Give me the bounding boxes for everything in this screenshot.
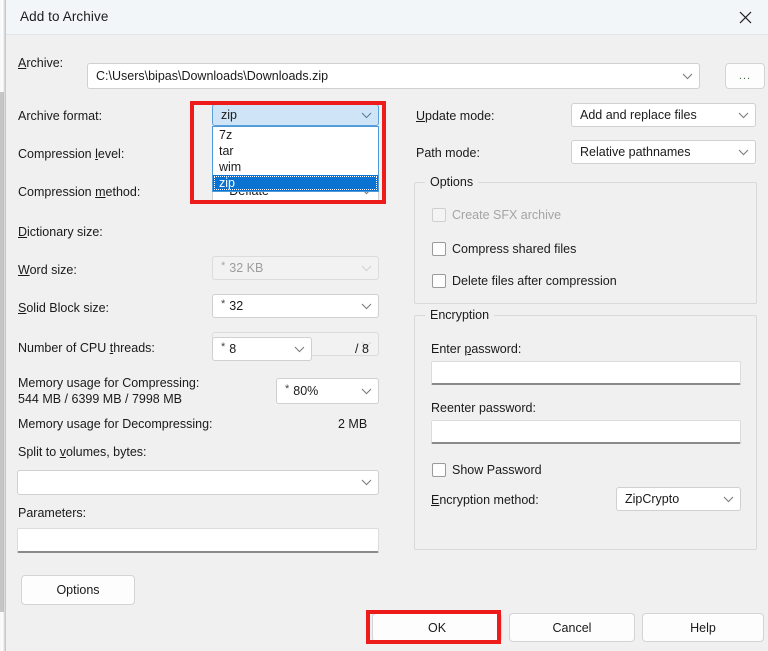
dialog-body: Archive: C:\Users\bipas\Downloads\Downlo… <box>6 35 768 651</box>
solid-block-size-label: Solid Block size: <box>18 301 109 315</box>
options-group-title: Options <box>425 175 478 189</box>
mem-decompress-label: Memory usage for Decompressing: <box>18 417 213 431</box>
encryption-group-title: Encryption <box>425 308 494 322</box>
path-mode-value: Relative pathnames <box>580 145 734 159</box>
mem-compress-label-text: Memory usage for Compressing: <box>18 376 199 390</box>
update-mode-label: Update mode: <box>416 109 495 123</box>
background-window-shadow <box>0 92 4 612</box>
chevron-down-icon <box>361 388 372 395</box>
dropdown-option-tar[interactable]: tar <box>213 143 378 159</box>
dictionary-size-label: Dictionary size: <box>18 225 103 239</box>
path-mode-label: Path mode: <box>416 146 480 160</box>
chevron-down-icon <box>682 73 693 80</box>
dictionary-size-value: 32 KB <box>229 261 357 275</box>
chevron-down-icon <box>361 265 372 272</box>
ok-button[interactable]: OK <box>372 613 502 642</box>
chevron-down-icon <box>361 303 372 310</box>
cpu-threads-combo[interactable]: * 8 <box>212 337 312 361</box>
chevron-down-icon <box>738 149 749 156</box>
window-title: Add to Archive <box>20 9 108 24</box>
memory-usage-combo[interactable]: * 80% <box>276 378 379 404</box>
encryption-method-combo[interactable]: ZipCrypto <box>616 487 741 511</box>
checkbox-delete-files-after-compression[interactable]: Delete files after compression <box>432 274 617 288</box>
add-to-archive-dialog: Add to Archive Archive: C:\Users\bipas\D… <box>0 0 768 651</box>
parameters-input[interactable] <box>17 528 379 553</box>
dropdown-option-7z[interactable]: 7z <box>213 127 378 143</box>
archive-format-dropdown-list[interactable]: 7z tar wim zip <box>212 126 379 192</box>
checkbox-icon <box>432 242 446 256</box>
word-size-label: Word size: <box>18 263 77 277</box>
chevron-down-icon <box>361 112 372 119</box>
archive-format-label: Archive format: <box>18 109 102 123</box>
dictionary-size-combo[interactable]: * 32 KB <box>212 256 379 280</box>
help-button[interactable]: Help <box>642 613 764 642</box>
inherited-marker: * <box>285 383 289 395</box>
memory-usage-value: 80% <box>293 384 357 398</box>
encryption-method-value: ZipCrypto <box>625 492 719 506</box>
checkbox-create-sfx-archive: Create SFX archive <box>432 208 561 222</box>
chevron-down-icon <box>723 496 734 503</box>
checkbox-icon <box>432 274 446 288</box>
archive-label: Archive: <box>18 56 63 70</box>
close-window-button[interactable] <box>722 0 768 35</box>
checkbox-label: Compress shared files <box>452 242 576 256</box>
cpu-threads-label: Number of CPU threads: <box>18 341 155 355</box>
split-volumes-combo[interactable] <box>17 470 379 495</box>
browse-button[interactable]: ... <box>725 63 765 89</box>
close-icon <box>739 11 752 24</box>
checkbox-label: Create SFX archive <box>452 208 561 222</box>
inherited-marker: * <box>221 260 225 272</box>
mem-compress-label: Memory usage for Compressing: <box>18 376 199 390</box>
checkbox-show-password[interactable]: Show Password <box>432 463 542 477</box>
compression-method-label: Compression method: <box>18 185 140 199</box>
cancel-button[interactable]: Cancel <box>509 613 635 642</box>
word-size-value: 32 <box>229 299 357 313</box>
chevron-down-icon <box>738 112 749 119</box>
mem-decompress-value: 2 MB <box>338 417 367 431</box>
checkbox-label: Delete files after compression <box>452 274 617 288</box>
chevron-down-icon <box>294 346 305 353</box>
archive-path-value: C:\Users\bipas\Downloads\Downloads.zip <box>96 69 678 83</box>
chevron-down-icon <box>361 479 372 486</box>
checkbox-compress-shared-files[interactable]: Compress shared files <box>432 242 576 256</box>
path-mode-combo[interactable]: Relative pathnames <box>571 140 756 164</box>
archive-label-text: rchive: <box>26 56 63 70</box>
dropdown-option-wim[interactable]: wim <box>213 159 378 175</box>
update-mode-combo[interactable]: Add and replace files <box>571 103 756 127</box>
encryption-method-label: Encryption method: <box>431 493 539 507</box>
mem-compress-detail: 544 MB / 6399 MB / 7998 MB <box>18 392 182 406</box>
cpu-threads-max: / 8 <box>355 342 369 356</box>
enter-password-input[interactable] <box>431 361 741 385</box>
parameters-label: Parameters: <box>18 506 86 520</box>
split-volumes-label: Split to volumes, bytes: <box>18 445 147 459</box>
options-button[interactable]: Options <box>21 575 135 605</box>
inherited-marker: * <box>221 341 225 353</box>
update-mode-value: Add and replace files <box>580 108 734 122</box>
archive-format-value: zip <box>221 108 357 122</box>
word-size-combo[interactable]: * 32 <box>212 294 379 318</box>
archive-format-label-text: Archive format: <box>18 109 102 123</box>
inherited-marker: * <box>221 298 225 310</box>
dropdown-option-zip[interactable]: zip <box>213 175 378 191</box>
compression-level-label: Compression level: <box>18 147 124 161</box>
cpu-threads-value: 8 <box>229 342 290 356</box>
checkbox-label: Show Password <box>452 463 542 477</box>
checkbox-icon <box>432 208 446 222</box>
enter-password-label: Enter password: <box>431 342 521 356</box>
reenter-password-input[interactable] <box>431 420 741 444</box>
title-bar: Add to Archive <box>6 0 768 35</box>
archive-path-combo[interactable]: C:\Users\bipas\Downloads\Downloads.zip <box>87 63 700 89</box>
archive-format-combo[interactable]: zip <box>212 104 379 126</box>
checkbox-icon <box>432 463 446 477</box>
reenter-password-label: Reenter password: <box>431 401 536 415</box>
